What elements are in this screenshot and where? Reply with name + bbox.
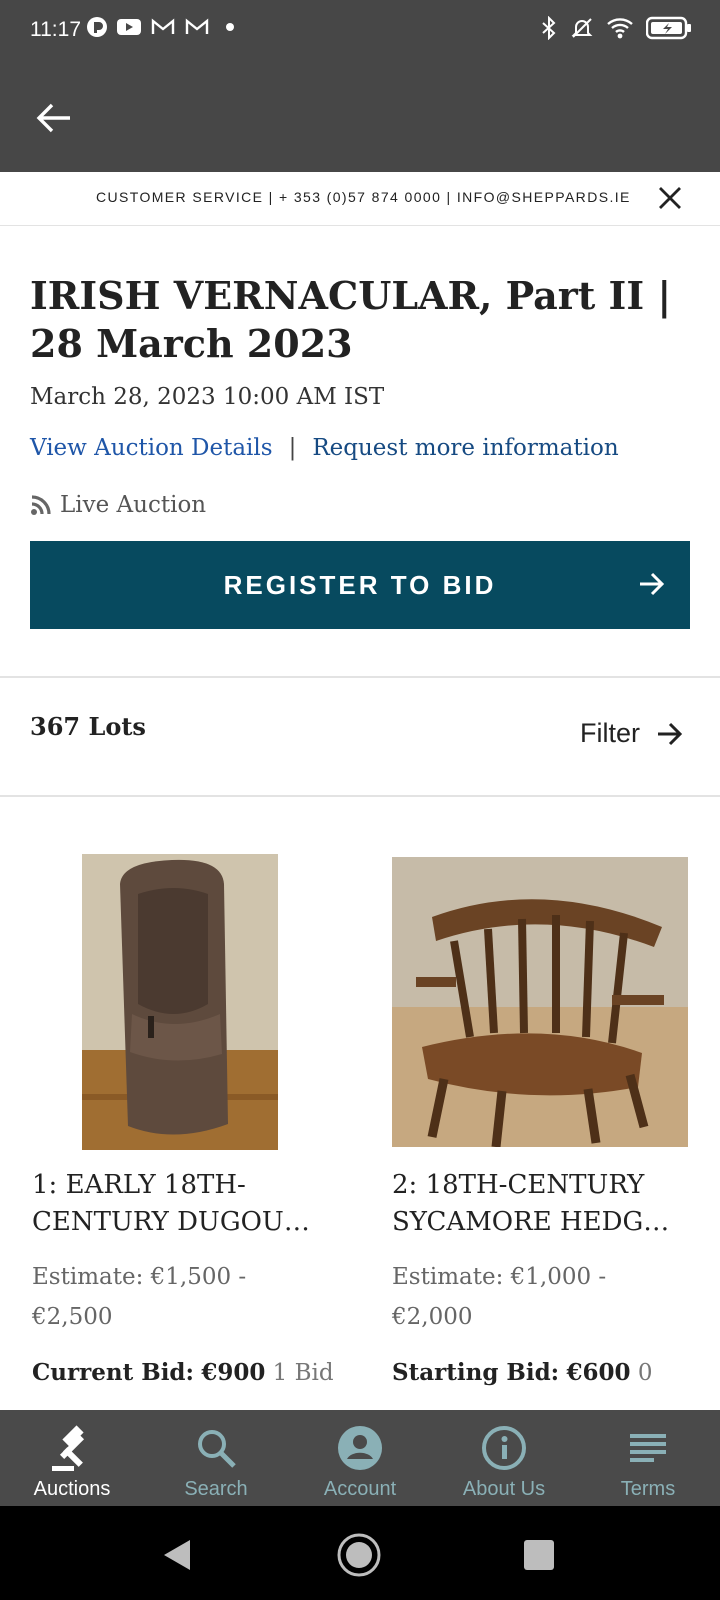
status-bar: 11:17 [0,0,720,62]
customer-service-text: CUSTOMER SERVICE | + 353 (0)57 874 0000 … [96,189,631,205]
banner-close-button[interactable] [654,182,686,214]
bid-count: 1 Bid [272,1360,334,1386]
system-icons [540,16,692,40]
app-notification-icon [87,17,107,37]
live-auction-label: Live Auction [60,492,207,518]
nav-account[interactable]: Account [288,1410,432,1506]
auction-links: View Auction Details | Request more info… [30,435,619,461]
register-to-bid-label: REGISTER TO BID [223,569,497,600]
terms-icon [624,1424,672,1472]
bid-label: Current Bid: [32,1359,194,1386]
lot-title[interactable]: 1: EARLY 18TH-CENTURY DUGOU… [32,1167,332,1241]
lot-estimate: Estimate: €1,000 - €2,000 [392,1264,607,1330]
lot-image-hedge-chair[interactable] [392,857,688,1147]
divider [0,676,720,678]
nav-label: Account [323,1478,397,1500]
nav-label: Auctions [33,1478,111,1500]
more-notifications-dot-icon [226,23,234,31]
auction-date: March 28, 2023 10:00 AM IST [30,384,385,410]
bottom-navigation: Auctions Search Account About Us Terms [0,1410,720,1506]
app-header: 11:17 [0,0,720,172]
system-back-icon[interactable] [160,1538,194,1572]
nav-search[interactable]: Search [144,1410,288,1506]
live-auction-indicator: Live Auction [30,492,206,518]
arrow-right-icon [658,722,683,745]
nav-label: Terms [620,1478,676,1500]
nav-label: Search [184,1478,248,1500]
account-icon [336,1424,384,1472]
nav-about-us[interactable]: About Us [432,1410,576,1506]
register-to-bid-button[interactable]: REGISTER TO BID [30,541,690,629]
wifi-icon [607,18,633,39]
close-icon [659,187,681,209]
request-info-link[interactable]: Request more information [312,435,618,461]
system-home-icon[interactable] [336,1532,382,1578]
nav-label: About Us [462,1478,546,1500]
bid-value: €900 [201,1359,266,1386]
filter-button[interactable]: Filter [580,718,684,749]
filter-label: Filter [580,718,640,748]
system-recents-icon[interactable] [523,1539,555,1571]
notification-icons [86,16,238,38]
view-auction-details-link[interactable]: View Auction Details [30,435,273,461]
auction-title: IRISH VERNACULAR, Part II | 28 March 202… [30,273,672,366]
nav-auctions[interactable]: Auctions [0,1410,144,1506]
gavel-icon [48,1424,96,1472]
gmail-icon-2 [185,18,209,34]
lot-title[interactable]: 2: 18TH-CENTURY SYCAMORE HEDG… [392,1167,692,1241]
lot-bid-line: Starting Bid: €600 0 [392,1359,652,1386]
lot-count: 367 Lots [30,712,146,741]
link-separator: | [288,435,297,461]
back-button[interactable] [28,92,80,144]
battery-charging-icon [646,16,691,40]
rss-icon [31,495,51,515]
info-icon [480,1424,528,1472]
mute-bell-icon [571,18,593,38]
status-time: 11:17 [30,18,81,41]
lot-bid-line: Current Bid: €900 1 Bid [32,1359,334,1386]
bluetooth-icon [542,16,556,40]
customer-service-banner: CUSTOMER SERVICE | + 353 (0)57 874 0000 … [0,172,720,226]
nav-terms[interactable]: Terms [576,1410,720,1506]
youtube-icon [117,19,141,35]
lot-image-dugout-chair[interactable] [82,854,278,1150]
arrow-right-icon [640,572,665,596]
system-navigation-bar [0,1506,720,1600]
lot-estimate: Estimate: €1,500 - €2,500 [32,1264,247,1330]
divider [0,795,720,797]
bid-label: Starting Bid: [392,1359,560,1386]
bid-count: 0 [637,1360,653,1386]
gmail-icon [151,18,175,34]
arrow-left-icon [36,103,70,133]
bid-value: €600 [566,1359,631,1386]
search-icon [192,1424,240,1472]
